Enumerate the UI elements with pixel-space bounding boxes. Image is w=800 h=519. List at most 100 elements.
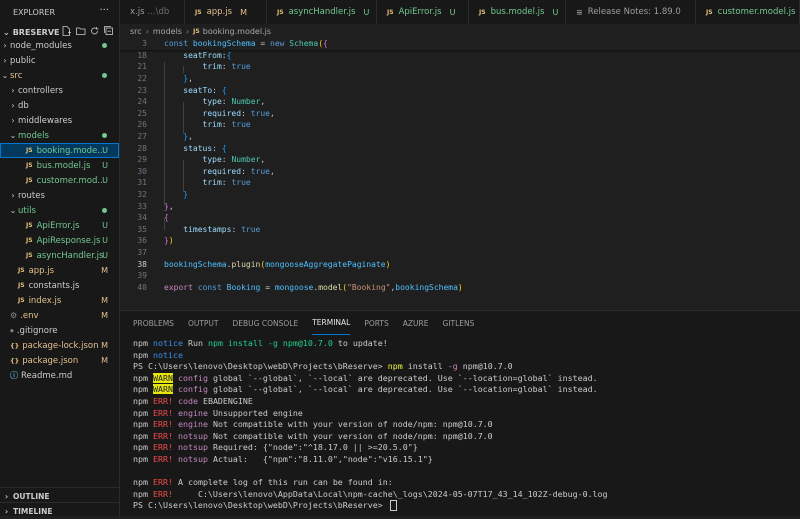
tree-item-label: routes bbox=[18, 190, 45, 201]
git-status-badge: U bbox=[102, 236, 108, 245]
tree-item[interactable]: › routes bbox=[0, 188, 119, 203]
git-status-dot bbox=[102, 73, 107, 78]
breadcrumb-file[interactable]: booking.model.js bbox=[203, 27, 271, 36]
code-line: 27 }, bbox=[120, 131, 800, 143]
editor-tab[interactable]: x.js ...\db bbox=[120, 0, 185, 24]
js-file-icon: JS bbox=[479, 8, 486, 16]
tree-item[interactable]: JS customer.mod... U bbox=[0, 173, 119, 188]
tab-label: asyncHandler.js bbox=[288, 7, 356, 17]
panel-tab-gitlens[interactable]: GITLENS bbox=[443, 311, 475, 335]
code-line: 37 bbox=[120, 247, 800, 259]
explorer-header: EXPLORER ··· bbox=[0, 0, 119, 24]
new-folder-icon[interactable] bbox=[76, 26, 86, 36]
terminal-line: npm notice bbox=[133, 349, 183, 360]
tree-item[interactable]: JS asyncHandler.js U bbox=[0, 248, 119, 263]
code-text: const bookingSchema = new Schema({ bbox=[164, 39, 328, 49]
tree-item[interactable]: › controllers bbox=[0, 83, 119, 98]
chevron-right-icon: › bbox=[11, 101, 15, 110]
panel-tab-output[interactable]: OUTPUT bbox=[188, 311, 219, 335]
tree-item-label: db bbox=[18, 100, 29, 111]
tree-item[interactable]: {} package-lock.json M bbox=[0, 338, 119, 353]
panel-tab-terminal[interactable]: TERMINAL bbox=[312, 311, 351, 335]
tree-item-label: ApiError.js bbox=[36, 220, 80, 231]
code-text: } bbox=[183, 190, 189, 200]
panel-tab-debug-console[interactable]: DEBUG CONSOLE bbox=[233, 311, 299, 335]
project-name: BRESERVE bbox=[12, 27, 60, 37]
line-number: 39 bbox=[137, 271, 147, 281]
timeline-section[interactable]: › TIMELINE bbox=[0, 502, 119, 519]
tree-item-label: package.json bbox=[22, 355, 79, 366]
tree-item[interactable]: JS index.js M bbox=[0, 293, 119, 308]
editor-tabs: x.js ...\db JS app.js M JS asyncHandler.js U JS A… bbox=[120, 0, 800, 25]
chevron-down-icon: ⌄ bbox=[9, 131, 17, 140]
tree-item[interactable]: ◆ .gitignore bbox=[0, 323, 119, 338]
tree-item[interactable]: JS app.js M bbox=[0, 263, 119, 278]
tree-item-label: .env bbox=[20, 310, 39, 321]
git-status-dot bbox=[102, 133, 107, 138]
tree-item[interactable]: JS ApiResponse.js U bbox=[0, 233, 119, 248]
panel-tab-problems[interactable]: PROBLEMS bbox=[133, 311, 174, 335]
tree-item[interactable]: ⌄ utils bbox=[0, 203, 119, 218]
new-file-icon[interactable] bbox=[62, 26, 71, 36]
code-text: { bbox=[164, 213, 169, 223]
code-text: }, bbox=[183, 132, 193, 142]
code-line: 21 trim: true bbox=[120, 61, 800, 73]
editor-tab[interactable]: ≡ Release Notes: 1.89.0 bbox=[566, 0, 696, 24]
git-status-badge: M bbox=[101, 296, 108, 305]
terminal-line: npm ERR! notsup Actual: {"npm":"8.11.0",… bbox=[133, 453, 433, 464]
editor-tab[interactable]: JS app.js M bbox=[185, 0, 267, 24]
tree-item[interactable]: {} package.json M bbox=[0, 353, 119, 368]
breadcrumb-src[interactable]: src bbox=[130, 27, 142, 36]
breadcrumb-models[interactable]: models bbox=[153, 27, 182, 36]
line-number: 30 bbox=[137, 166, 147, 176]
terminal-output[interactable]: npm notice Run npm install -g npm@10.7.0… bbox=[133, 338, 608, 512]
tree-item-label: index.js bbox=[28, 295, 62, 306]
panel-tab-ports[interactable]: PORTS bbox=[364, 311, 388, 335]
chevron-right-icon: › bbox=[145, 26, 149, 36]
tree-item[interactable]: ⌄ models bbox=[0, 128, 119, 143]
terminal-line: npm ERR! engine Not compatible with your… bbox=[133, 419, 493, 430]
code-text: }, bbox=[183, 74, 193, 84]
editor-tab[interactable]: JS ApiError.js U bbox=[377, 0, 469, 24]
git-icon: ◆ bbox=[10, 327, 14, 334]
panel-tab-azure[interactable]: AZURE bbox=[403, 311, 429, 335]
tree-item[interactable]: › middlewares bbox=[0, 113, 119, 128]
tree-item-label: middlewares bbox=[18, 115, 73, 126]
tab-label: app.js bbox=[206, 7, 233, 17]
line-number: 37 bbox=[137, 247, 147, 257]
tree-item[interactable]: ⌄ src bbox=[0, 68, 119, 83]
editor-tab[interactable]: JS asyncHandler.js U bbox=[267, 0, 377, 24]
tab-label: x.js bbox=[130, 7, 145, 17]
json-file-icon: {} bbox=[10, 341, 20, 350]
tab-label: customer.model.js bbox=[717, 7, 796, 17]
tree-item-label: models bbox=[18, 130, 49, 141]
tab-status-badge: M bbox=[240, 7, 247, 17]
code-line: 31 trim: true bbox=[120, 177, 800, 189]
tree-item[interactable]: JS ApiError.js U bbox=[0, 218, 119, 233]
bottom-panel: PROBLEMS OUTPUT DEBUG CONSOLE TERMINAL PORTS… bbox=[120, 310, 800, 516]
tree-item[interactable]: › public bbox=[0, 53, 119, 68]
refresh-icon[interactable] bbox=[90, 26, 99, 36]
tree-item-label: .gitignore bbox=[16, 325, 58, 336]
tree-item[interactable]: JS booking.mode... U bbox=[0, 143, 119, 158]
tree-item[interactable]: › db bbox=[0, 98, 119, 113]
info-icon: ⓘ bbox=[10, 371, 18, 380]
line-number: 22 bbox=[137, 74, 147, 84]
tree-item-label: app.js bbox=[28, 265, 55, 276]
editor-tab[interactable]: JScustomer.model.jsU bbox=[696, 0, 800, 24]
js-file-icon: JS bbox=[18, 297, 25, 304]
code-editor[interactable]: 3 const bookingSchema = new Schema({18 se… bbox=[120, 38, 800, 310]
tree-item[interactable]: JS bus.model.js U bbox=[0, 158, 119, 173]
tree-item[interactable]: ⓘ Readme.md bbox=[0, 368, 119, 383]
editor-tab[interactable]: JS bus.model.js U bbox=[469, 0, 566, 24]
code-line: 22 }, bbox=[120, 73, 800, 85]
tree-item[interactable]: JS constants.js bbox=[0, 278, 119, 293]
more-actions-icon[interactable]: ··· bbox=[99, 5, 109, 16]
gear-icon: ⚙ bbox=[10, 311, 18, 320]
tab-status-badge: U bbox=[363, 7, 370, 17]
chevron-right-icon: › bbox=[4, 506, 9, 516]
tree-item[interactable]: › node_modules bbox=[0, 38, 119, 53]
collapse-all-icon[interactable] bbox=[104, 26, 113, 36]
tree-item[interactable]: ⚙ .env M bbox=[0, 308, 119, 323]
